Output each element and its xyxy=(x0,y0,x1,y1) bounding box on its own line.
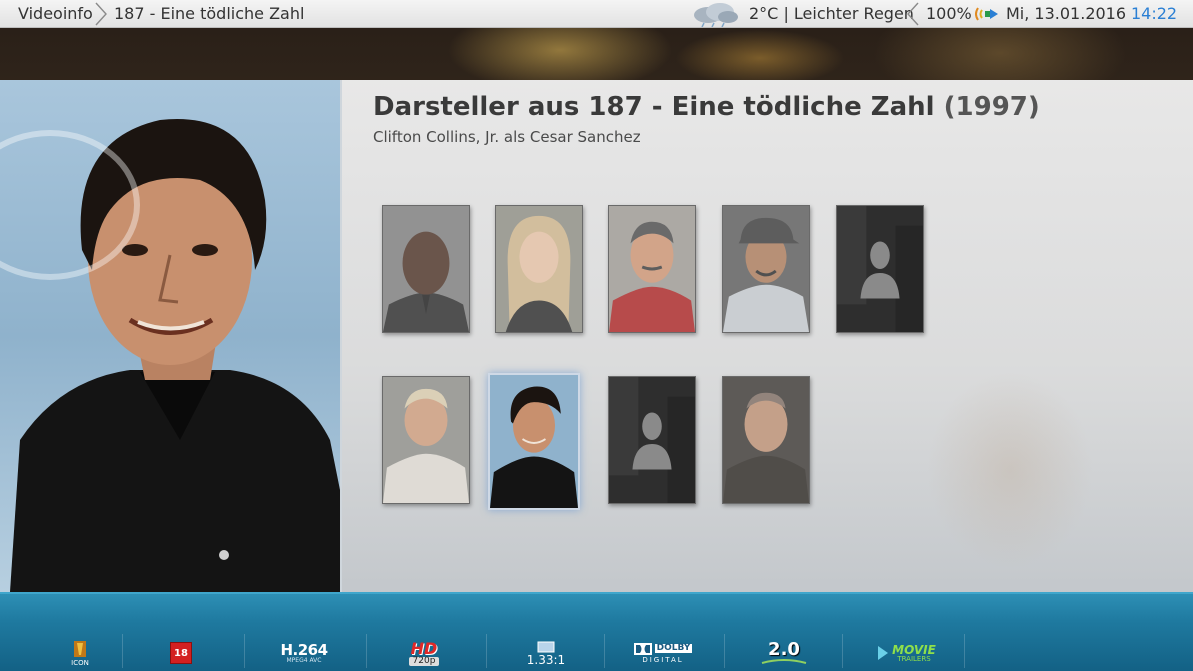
cast-thumbnail-4[interactable] xyxy=(722,205,810,333)
breadcrumb-current: 187 - Eine tödliche Zahl xyxy=(114,4,305,23)
page-title: Darsteller aus 187 - Eine tödliche Zahl … xyxy=(373,92,1040,122)
cast-thumbnail-7-selected[interactable] xyxy=(488,373,580,510)
studio-logo-icon: ICON xyxy=(58,638,102,668)
video-info-screen: Videoinfo 187 - Eine tödliche Zahl 2°C |… xyxy=(0,0,1193,671)
breadcrumb-root[interactable]: Videoinfo xyxy=(18,4,93,23)
weather-rain-icon xyxy=(688,1,742,28)
selected-actor-role: Clifton Collins, Jr. als Cesar Sanchez xyxy=(373,128,641,146)
title-year: (1997) xyxy=(943,92,1040,122)
fsk-rating-badge: 18 xyxy=(166,638,196,668)
volume-text: 100% xyxy=(926,4,972,23)
title-text: Darsteller aus 187 - Eine tödliche Zahl xyxy=(373,92,935,122)
top-bar: Videoinfo 187 - Eine tödliche Zahl 2°C |… xyxy=(0,0,1193,28)
selected-actor-photo xyxy=(0,80,342,592)
trailer-available-badge[interactable]: MOVIE TRAILERS xyxy=(872,638,940,668)
network-status-icon xyxy=(974,6,1002,22)
cast-thumbnail-6[interactable] xyxy=(382,376,470,504)
cast-thumbnail-2[interactable] xyxy=(495,205,583,333)
status-separator-icon xyxy=(906,2,920,26)
dolby-logo-icon xyxy=(633,642,652,655)
audio-format-badge: DOLBY DIGITAL xyxy=(628,638,698,668)
audio-channels-badge: 2.0 xyxy=(756,638,812,668)
weather-text: 2°C | Leichter Regen xyxy=(749,4,914,23)
media-flags-bar: ICON 18 H.264 MPEG4 AVC HD 720p 1.33:1 D… xyxy=(0,592,1193,671)
cast-thumbnail-8-placeholder[interactable] xyxy=(608,376,696,504)
date-text: Mi, 13.01.2016 xyxy=(1006,4,1127,23)
resolution-badge: HD 720p xyxy=(400,638,448,668)
clock-text: 14:22 xyxy=(1131,4,1178,23)
cast-thumbnail-3[interactable] xyxy=(608,205,696,333)
video-codec-badge: H.264 MPEG4 AVC xyxy=(280,640,328,664)
aspect-ratio-badge: 1.33:1 xyxy=(520,638,572,668)
cast-thumbnail-9[interactable] xyxy=(722,376,810,504)
trailer-play-icon xyxy=(878,646,889,660)
breadcrumb-separator-icon xyxy=(94,2,108,26)
cast-thumbnail-5-placeholder[interactable] xyxy=(836,205,924,333)
cast-thumbnail-1[interactable] xyxy=(382,205,470,333)
channels-swoosh-icon xyxy=(761,659,807,664)
